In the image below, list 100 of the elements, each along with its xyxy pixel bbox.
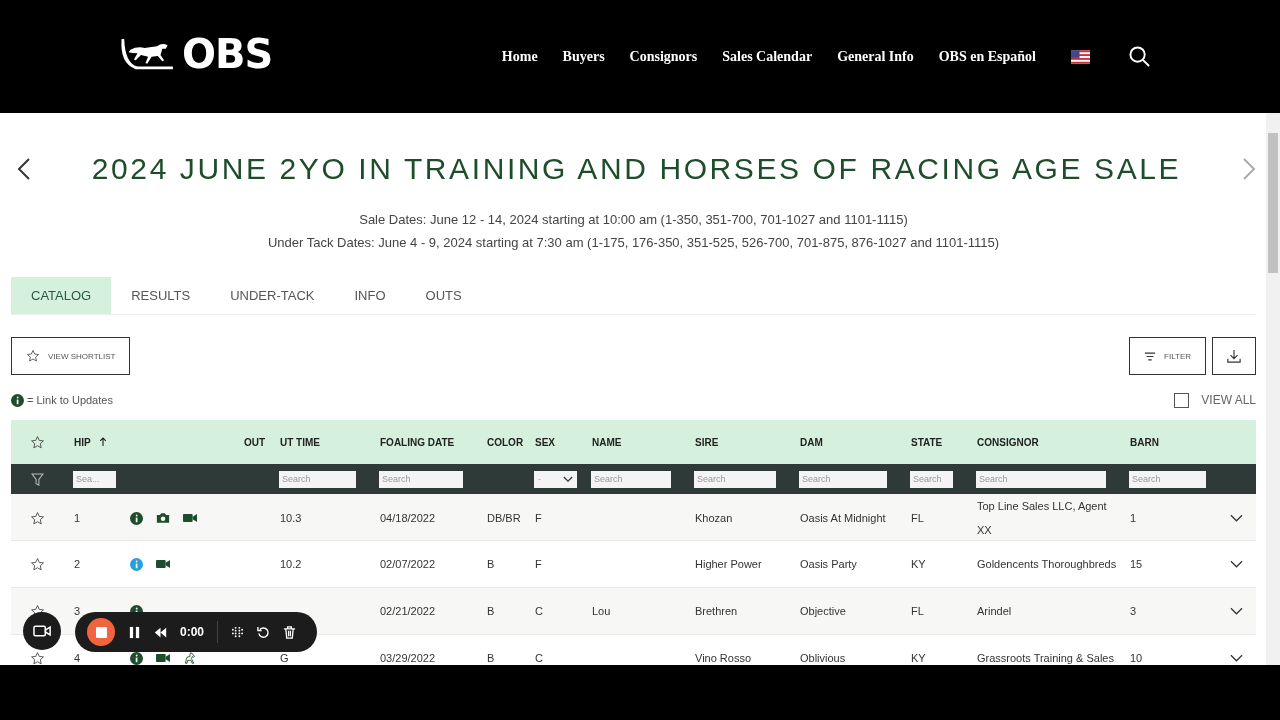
table-cell: C [535, 605, 543, 617]
horse-icon[interactable] [183, 652, 197, 664]
download-icon [1227, 349, 1241, 363]
search-field[interactable]: Search [379, 470, 463, 488]
table-cell: Oasis Party [800, 558, 857, 570]
tab[interactable]: RESULTS [111, 277, 211, 314]
column-header[interactable]: FOALING DATE [380, 436, 455, 448]
sort-arrow-icon[interactable] [98, 437, 107, 447]
column-header[interactable]: UT TIME [280, 436, 320, 448]
search-field[interactable]: Sea... [73, 470, 116, 488]
table-cell: B [487, 652, 495, 664]
trash-icon[interactable] [283, 625, 297, 639]
video-camera-icon [32, 624, 52, 638]
scrollbar[interactable] [1266, 113, 1280, 665]
nav-link[interactable]: Home [501, 48, 538, 65]
search-field[interactable]: Search [279, 470, 356, 488]
table-cell: 1 [1130, 512, 1137, 524]
view-shortlist-button[interactable]: VIEW SHORTLIST [11, 337, 131, 375]
column-header[interactable]: HIP [74, 436, 91, 448]
info-icon[interactable] [130, 651, 143, 665]
search-field[interactable]: Search [910, 470, 953, 488]
logo[interactable]: OBS [118, 29, 273, 74]
search-field[interactable]: Search [976, 470, 1106, 488]
table-cell: 10.2 [280, 558, 302, 570]
star-icon [26, 349, 40, 363]
table-cell-text: Top Line Sales LLC, Agent XX [977, 499, 1108, 538]
expand-chevron-icon[interactable] [1230, 514, 1243, 522]
table-cell: Oasis At Midnight [800, 512, 886, 524]
search-field[interactable]: Search [694, 470, 776, 488]
table-cell: Khozan [695, 512, 733, 524]
video-camera-icon[interactable] [156, 652, 170, 664]
table-cell: 2 [74, 558, 81, 570]
camera-icon[interactable] [156, 512, 170, 524]
legend-text: = Link to Updates [27, 394, 113, 406]
table-cell: FL [911, 605, 924, 617]
column-header[interactable]: NAME [592, 436, 622, 448]
sale-dates-text: Under Tack Dates: June 4 - 9, 2024 starting at 7:30 am (1-175, 176-350, 351-525, 526-700, 701-875, 876-1027 and 1101-1115) [266, 234, 1001, 252]
column-header[interactable]: DAM [800, 436, 823, 448]
funnel-icon [31, 472, 44, 486]
recording-time: 0:00 [180, 625, 205, 639]
expand-chevron-icon[interactable] [1230, 560, 1243, 568]
flag-icon[interactable] [1071, 49, 1090, 64]
table-cell: DB/BR [487, 512, 521, 524]
table-cell: Oblivious [800, 652, 846, 664]
table-cell: 3 [1130, 605, 1137, 617]
star-icon[interactable] [30, 556, 45, 572]
column-header[interactable]: OUT [244, 436, 266, 448]
table-cell: 03/29/2022 [380, 652, 436, 664]
tab[interactable]: UNDER-TACK [210, 277, 335, 314]
column-header[interactable]: BARN [1130, 436, 1159, 448]
video-camera-icon[interactable] [156, 558, 170, 570]
table-cell: KY [911, 558, 926, 570]
table-cell: 04/18/2022 [380, 512, 436, 524]
column-header[interactable]: SEX [535, 436, 555, 448]
nav-link[interactable]: Consignors [629, 48, 698, 65]
info-icon[interactable] [130, 511, 143, 525]
search-field[interactable]: Search [799, 470, 887, 488]
table-cell: Objective [800, 605, 846, 617]
star-icon[interactable] [30, 434, 45, 450]
search-field[interactable]: Search [1129, 470, 1206, 488]
nav-link[interactable]: General Info [837, 48, 914, 65]
tab[interactable]: INFO [334, 277, 406, 314]
star-icon[interactable] [30, 510, 45, 526]
table-cell: 15 [1130, 558, 1143, 570]
column-header[interactable]: STATE [911, 436, 943, 448]
expand-chevron-icon[interactable] [1230, 607, 1243, 615]
table-cell: 10.3 [280, 512, 302, 524]
table-cell: KY [911, 652, 926, 664]
table-cell: G [280, 652, 289, 664]
table-cell: B [487, 558, 495, 570]
table-cell: Lou [592, 605, 611, 617]
nav-link[interactable]: Sales Calendar [722, 48, 813, 65]
caret-icon [563, 475, 573, 483]
download-button[interactable] [1212, 337, 1256, 375]
column-header[interactable]: COLOR [487, 436, 524, 448]
column-header[interactable]: SIRE [695, 436, 719, 448]
rewind-icon[interactable] [154, 625, 167, 639]
grid-dots-icon[interactable] [231, 625, 245, 639]
table-cell: 3 [74, 605, 81, 617]
search-icon[interactable] [1129, 46, 1150, 67]
pause-icon[interactable] [128, 625, 141, 639]
view-all-checkbox[interactable] [1174, 392, 1190, 408]
table-cell: C [535, 652, 543, 664]
column-header[interactable]: CONSIGNOR [977, 436, 1039, 448]
nav-link[interactable]: Buyers [562, 48, 605, 65]
stop-button[interactable] [87, 618, 115, 646]
video-camera-icon[interactable] [183, 512, 197, 524]
table-cell: FL [911, 512, 924, 524]
nav-link[interactable]: OBS en Español [938, 48, 1036, 65]
search-field[interactable]: Search [591, 470, 671, 488]
tab[interactable]: OUTS [405, 277, 482, 314]
scrollbar-thumb[interactable] [1268, 133, 1278, 273]
restart-icon[interactable] [257, 625, 271, 639]
filter-button[interactable]: FILTER [1129, 337, 1206, 375]
table-cell: 10 [1130, 652, 1143, 664]
expand-chevron-icon[interactable] [1230, 654, 1243, 662]
star-icon[interactable] [30, 650, 45, 665]
table-cell: 1 [74, 512, 81, 524]
logo-text: OBS [182, 33, 273, 74]
tab[interactable]: CATALOG [11, 277, 112, 314]
